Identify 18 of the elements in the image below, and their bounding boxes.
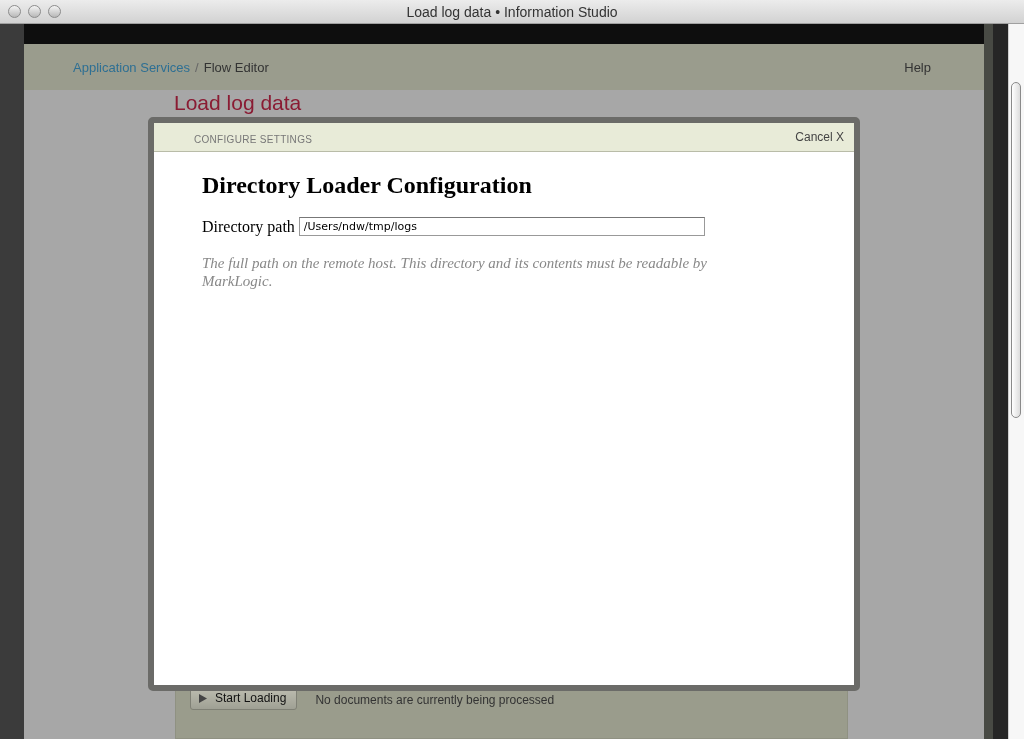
window-control[interactable]: [8, 5, 21, 18]
play-icon: [199, 693, 207, 703]
status-text: No documents are currently being processed: [315, 693, 555, 707]
scrollbar[interactable]: [1008, 24, 1024, 739]
breadcrumb-separator: /: [195, 59, 199, 75]
window-title: Load log data • Information Studio: [405, 3, 619, 20]
hint-text: The full path on the remote host. This directory and its contents must be readable by MarkLogic.: [202, 254, 708, 290]
window-control[interactable]: [28, 5, 41, 18]
help-link[interactable]: Help: [904, 59, 931, 75]
section-label: CONFIGURE SETTINGS: [194, 133, 313, 145]
window-control[interactable]: [48, 5, 61, 18]
directory-path-field[interactable]: /Users/ndw/tmp/logs: [298, 217, 705, 236]
field-label: Directory path: [202, 217, 295, 236]
scroll-thumb[interactable]: [1011, 82, 1021, 418]
breadcrumb-current: Flow Editor: [203, 59, 269, 75]
dialog-heading: Directory Loader Configuration: [202, 172, 533, 199]
cancel-link[interactable]: Cancel X: [795, 130, 844, 144]
page-title: Load log data: [174, 91, 302, 115]
